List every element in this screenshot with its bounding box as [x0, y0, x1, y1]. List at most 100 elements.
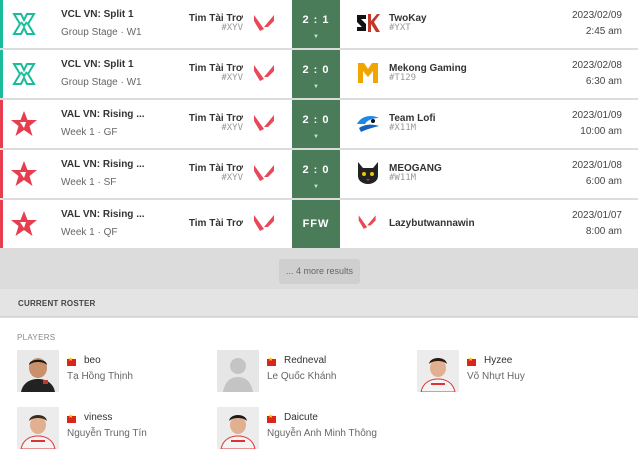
- players-label: PLAYERS: [17, 333, 56, 342]
- team-a-tag: #XYV: [221, 23, 243, 33]
- team-a-tag: #XYV: [221, 173, 243, 183]
- avatar[interactable]: [17, 350, 59, 392]
- match-date: 2023/01/07: [571, 210, 622, 221]
- avatar[interactable]: [17, 407, 59, 449]
- score-value: 2 : 0: [302, 64, 330, 76]
- player-photo-icon: [417, 350, 459, 392]
- score-value: FFW: [302, 218, 330, 230]
- event-stage: Week 1 · SF: [61, 177, 117, 188]
- meogang-logo-icon: [358, 162, 378, 184]
- match-score[interactable]: FFW: [292, 200, 340, 248]
- event-accent: [0, 150, 3, 198]
- twokay-logo-icon: [357, 14, 380, 32]
- avatar[interactable]: [217, 407, 259, 449]
- team-b-tag: #X11M: [389, 123, 417, 133]
- team-b-tag: #W11M: [389, 173, 417, 183]
- vietnam-flag-icon: [67, 356, 76, 366]
- event-cell: [0, 150, 55, 198]
- match-row[interactable]: VAL VN: Rising ... Week 1 · SF Tim Tài T…: [0, 150, 638, 198]
- match-date: 2023/02/08: [571, 60, 622, 71]
- event-accent: [0, 100, 3, 148]
- event-name: VCL VN: Split 1: [61, 9, 134, 20]
- vietnam-flag-icon: [267, 356, 276, 366]
- vcl-logo-icon: [12, 13, 36, 35]
- match-row[interactable]: VAL VN: Rising ... Week 1 · QF Tim Tài T…: [0, 200, 638, 248]
- team-a-tag: #XYV: [221, 73, 243, 83]
- player-card[interactable]: Hyzee Võ Nhựt Huy: [417, 350, 617, 394]
- vcl-logo-icon: [12, 63, 36, 85]
- score-value: 2 : 0: [302, 164, 330, 176]
- event-stage: Week 1 · QF: [61, 227, 118, 238]
- match-time: 6:30 am: [585, 76, 622, 87]
- event-accent: [0, 0, 3, 48]
- match-score[interactable]: 2 : 0 ▼: [292, 150, 340, 198]
- match-time: 8:00 am: [585, 226, 622, 237]
- event-cell: [0, 100, 55, 148]
- event-name: VAL VN: Rising ...: [61, 209, 145, 220]
- match-score[interactable]: 2 : 0 ▼: [292, 50, 340, 98]
- player-card[interactable]: beo Tạ Hồng Thịnh: [17, 350, 217, 394]
- player-real-name: Le Quốc Khánh: [267, 371, 337, 382]
- match-row[interactable]: VAL VN: Rising ... Week 1 · GF Tim Tài T…: [0, 100, 638, 148]
- event-name: VCL VN: Split 1: [61, 59, 134, 70]
- player-card[interactable]: Redneval Le Quốc Khánh: [217, 350, 417, 394]
- team-b-name[interactable]: Lazybutwannawin: [389, 218, 475, 229]
- match-date: 2023/02/09: [571, 10, 622, 21]
- player-real-name: Nguyễn Trung Tín: [67, 428, 147, 439]
- match-score[interactable]: 2 : 0 ▼: [292, 100, 340, 148]
- event-stage: Group Stage · W1: [61, 77, 142, 88]
- player-nickname[interactable]: beo: [84, 355, 101, 366]
- player-nickname[interactable]: Daicute: [284, 412, 318, 423]
- valorant-logo-icon: [254, 215, 274, 231]
- match-date: 2023/01/09: [571, 110, 622, 121]
- valorant-logo-icon: [254, 115, 274, 131]
- player-card[interactable]: Daicute Nguyễn Anh Minh Thông: [217, 407, 417, 451]
- default-avatar-icon: [217, 350, 259, 392]
- score-value: 2 : 0: [302, 114, 330, 126]
- player-photo-icon: [17, 350, 59, 392]
- event-cell: [0, 200, 55, 248]
- rising-star-logo-icon: [11, 211, 37, 236]
- more-results-button[interactable]: ... 4 more results: [279, 259, 360, 284]
- player-real-name: Võ Nhựt Huy: [467, 371, 525, 382]
- player-photo-icon: [217, 407, 259, 449]
- event-cell: [0, 0, 55, 48]
- score-value: 2 : 1: [302, 14, 330, 26]
- team-b-tag: #T129: [389, 73, 417, 83]
- player-card[interactable]: viness Nguyễn Trung Tín: [17, 407, 217, 451]
- match-time: 10:00 am: [580, 126, 622, 137]
- valorant-logo-icon: [254, 165, 274, 181]
- player-nickname[interactable]: Hyzee: [484, 355, 512, 366]
- player-real-name: Tạ Hồng Thịnh: [67, 371, 133, 382]
- event-cell: [0, 50, 55, 98]
- player-real-name: Nguyễn Anh Minh Thông: [267, 428, 377, 439]
- player-nickname[interactable]: Redneval: [284, 355, 326, 366]
- team-a-name[interactable]: Tim Tài Trơ: [189, 218, 243, 229]
- vietnam-flag-icon: [267, 413, 276, 423]
- event-name: VAL VN: Rising ...: [61, 159, 145, 170]
- roster-header: CURRENT ROSTER: [0, 289, 638, 317]
- match-date: 2023/01/08: [571, 160, 622, 171]
- avatar[interactable]: [217, 350, 259, 392]
- chevron-down-icon: ▼: [313, 34, 319, 40]
- team-a-tag: #XYV: [221, 123, 243, 133]
- event-accent: [0, 50, 3, 98]
- avatar[interactable]: [417, 350, 459, 392]
- chevron-down-icon: ▼: [313, 134, 319, 140]
- roster-panel: PLAYERS beo Tạ Hồng Thịnh Redneval Le Qu…: [0, 318, 638, 467]
- match-score[interactable]: 2 : 1 ▼: [292, 0, 340, 48]
- event-accent: [0, 200, 3, 248]
- player-nickname[interactable]: viness: [84, 412, 112, 423]
- valorant-logo-icon: [254, 15, 274, 31]
- match-row[interactable]: VCL VN: Split 1 Group Stage · W1 Tim Tài…: [0, 0, 638, 48]
- player-photo-icon: [17, 407, 59, 449]
- event-name: VAL VN: Rising ...: [61, 109, 145, 120]
- roster-title: CURRENT ROSTER: [18, 299, 96, 308]
- chevron-down-icon: ▼: [313, 184, 319, 190]
- match-row[interactable]: VCL VN: Split 1 Group Stage · W1 Tim Tài…: [0, 50, 638, 98]
- match-time: 6:00 am: [585, 176, 622, 187]
- team-lofi-logo-icon: [357, 116, 379, 132]
- event-stage: Week 1 · GF: [61, 127, 118, 138]
- valorant-logo-icon: [358, 215, 376, 229]
- mekong-logo-icon: [358, 63, 378, 83]
